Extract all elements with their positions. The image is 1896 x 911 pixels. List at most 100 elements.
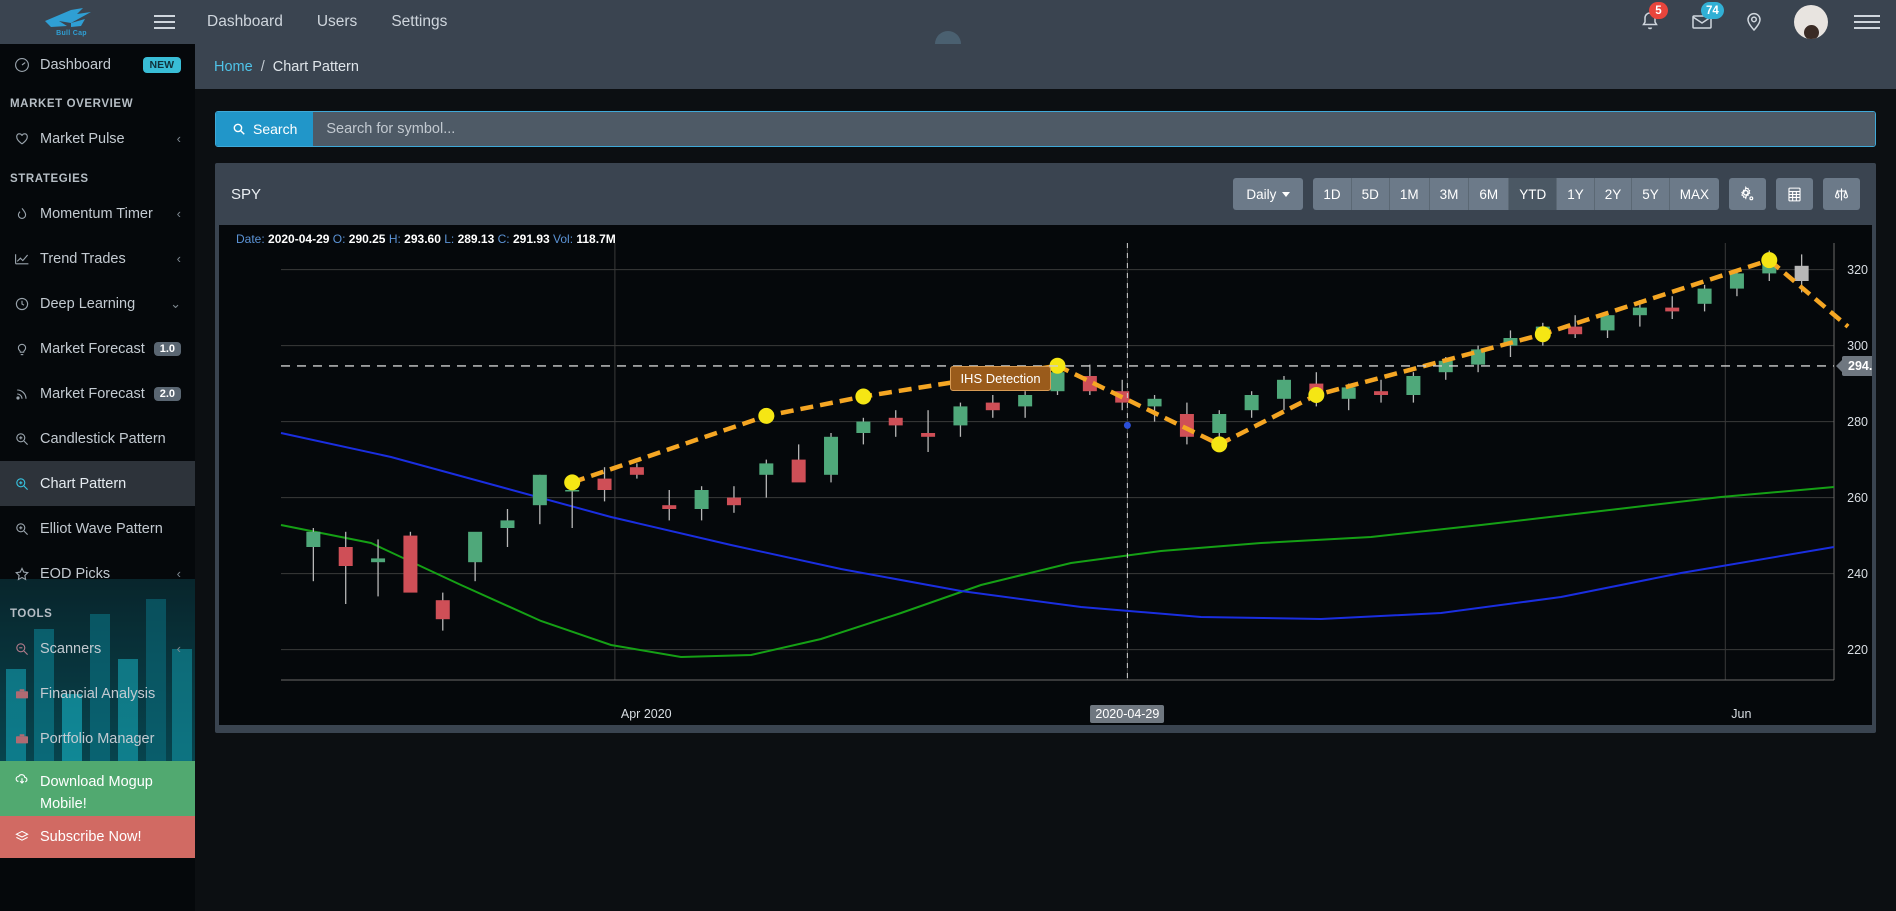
nav-users[interactable]: Users xyxy=(317,13,357,31)
timeframe-ytd[interactable]: YTD xyxy=(1509,178,1558,210)
chevron-left-icon: ‹ xyxy=(176,206,181,221)
sidebar-item-market-forecast-2[interactable]: Market Forecast 2.0 xyxy=(0,371,195,416)
breadcrumb: Home / Chart Pattern xyxy=(195,44,1896,89)
sidebar-item-chart-pattern[interactable]: Chart Pattern xyxy=(0,461,195,506)
search-plus-icon xyxy=(14,431,40,447)
timeframe-1d[interactable]: 1D xyxy=(1313,178,1352,210)
chart-canvas xyxy=(280,243,1850,681)
timeframe-3m[interactable]: 3M xyxy=(1429,178,1470,210)
main-content: Home / Chart Pattern Search SPY Daily 1D… xyxy=(195,44,1896,911)
search-plus-icon xyxy=(14,521,40,537)
hamburger-menu-icon[interactable] xyxy=(143,0,185,44)
interval-label: Daily xyxy=(1246,186,1277,202)
search-input[interactable] xyxy=(313,112,1875,146)
breadcrumb-current: Chart Pattern xyxy=(272,58,359,75)
timeframe-5y[interactable]: 5Y xyxy=(1632,178,1670,210)
sidebar-item-scanners[interactable]: Scanners ‹ xyxy=(0,626,195,671)
sidebar-item-market-pulse[interactable]: Market Pulse ‹ xyxy=(0,116,195,161)
star-icon xyxy=(14,566,40,582)
ohlc-readout: Date: 2020-04-29 O: 290.25 H: 293.60 L: … xyxy=(236,232,616,246)
sidebar-item-label: Candlestick Pattern xyxy=(40,430,166,447)
chevron-left-icon: ‹ xyxy=(176,251,181,266)
sidebar-item-label: Market Forecast xyxy=(40,385,145,402)
chart-panel: SPY Daily 1D 5D 1M 3M 6M YTD 1Y 2Y 5Y MA… xyxy=(215,163,1876,733)
timeframe-6m[interactable]: 6M xyxy=(1469,178,1510,210)
y-axis-tick: 320 xyxy=(1847,262,1868,277)
symbol-label: SPY xyxy=(231,185,262,203)
version-badge: 2.0 xyxy=(153,386,181,401)
nav-dashboard[interactable]: Dashboard xyxy=(207,13,283,31)
timeframe-1y[interactable]: 1Y xyxy=(1557,178,1595,210)
sidebar-item-elliot-wave-pattern[interactable]: Elliot Wave Pattern xyxy=(0,506,195,551)
notifications-button[interactable]: 5 xyxy=(1638,2,1668,35)
sidebar-section-market: MARKET OVERVIEW xyxy=(10,98,134,110)
chevron-down-icon: ⌄ xyxy=(170,295,181,311)
calculator-button[interactable] xyxy=(1776,178,1813,210)
sidebar-item-label: Market Forecast xyxy=(40,340,145,357)
notifications-badge: 5 xyxy=(1649,2,1668,19)
messages-button[interactable]: 74 xyxy=(1690,2,1724,35)
sidebar-item-trend-trades[interactable]: Trend Trades ‹ xyxy=(0,236,195,281)
chart-tools: Daily 1D 5D 1M 3M 6M YTD 1Y 2Y 5Y MAX xyxy=(1233,178,1860,210)
speedometer-icon xyxy=(14,57,40,73)
cloud-download-icon xyxy=(14,771,40,787)
chevron-left-icon: ‹ xyxy=(176,131,181,146)
sidebar-item-eod-picks[interactable]: EOD Picks ‹ xyxy=(0,551,195,596)
brand-logo[interactable]: Bull Cap xyxy=(0,0,143,44)
timeframe-5d[interactable]: 5D xyxy=(1351,178,1390,210)
sidebar-section-tools: TOOLS xyxy=(10,608,53,620)
sidebar-item-label: Momentum Timer xyxy=(40,205,153,222)
search-icon xyxy=(233,123,245,135)
ohlc-h-key: H: xyxy=(388,232,401,246)
top-header: Bull Cap Dashboard Users Settings 5 74 xyxy=(0,0,1896,44)
sidebar-item-financial-analysis[interactable]: Financial Analysis xyxy=(0,671,195,716)
candlestick-chart[interactable]: Date: 2020-04-29 O: 290.25 H: 293.60 L: … xyxy=(219,225,1872,725)
sidebar-item-market-forecast-1[interactable]: Market Forecast 1.0 xyxy=(0,326,195,371)
location-button[interactable] xyxy=(1742,9,1768,35)
flame-icon xyxy=(14,206,40,222)
sidebar-item-deep-learning[interactable]: Deep Learning ⌄ xyxy=(0,281,195,326)
timeframe-max[interactable]: MAX xyxy=(1669,178,1719,210)
sidebar-item-momentum-timer[interactable]: Momentum Timer ‹ xyxy=(0,191,195,236)
breadcrumb-separator: / xyxy=(260,58,265,75)
timeframe-group: 1D 5D 1M 3M 6M YTD 1Y 2Y 5Y MAX xyxy=(1313,178,1719,210)
sidebar-item-portfolio-manager[interactable]: Portfolio Manager xyxy=(0,716,195,761)
timeframe-2y[interactable]: 2Y xyxy=(1594,178,1633,210)
y-axis-tick: 280 xyxy=(1847,414,1868,429)
top-nav: Dashboard Users Settings xyxy=(207,13,447,31)
hamburger-right-icon[interactable] xyxy=(1854,15,1880,29)
breadcrumb-home[interactable]: Home xyxy=(214,59,253,75)
clock-icon xyxy=(14,296,40,312)
new-badge: NEW xyxy=(142,57,181,73)
compare-button[interactable] xyxy=(1823,178,1860,210)
search-plus-icon xyxy=(14,476,40,492)
avatar[interactable] xyxy=(935,5,1828,44)
briefcase-icon xyxy=(14,686,40,702)
download-mobile-label: Download Mogup Mobile! xyxy=(40,774,153,812)
sidebar-item-candlestick-pattern[interactable]: Candlestick Pattern xyxy=(0,416,195,461)
layers-icon xyxy=(14,829,40,845)
y-axis-tick: 300 xyxy=(1847,338,1868,353)
sidebar-item-label: Portfolio Manager xyxy=(40,730,155,747)
x-axis-tick: Jun xyxy=(1731,707,1752,721)
ohlc-volume: 118.7M xyxy=(576,232,616,246)
interval-dropdown[interactable]: Daily xyxy=(1233,178,1304,210)
crosshair-price-label: 294.66 xyxy=(1842,355,1872,376)
sidebar-item-label: Elliot Wave Pattern xyxy=(40,520,163,537)
timeframe-1m[interactable]: 1M xyxy=(1389,178,1430,210)
sidebar-item-label: Deep Learning xyxy=(40,295,136,312)
settings-gear-button[interactable] xyxy=(1729,178,1766,210)
sidebar-item-dashboard[interactable]: Dashboard NEW xyxy=(0,44,195,86)
search-button[interactable]: Search xyxy=(216,112,314,146)
subscribe-button[interactable]: Subscribe Now! xyxy=(0,816,195,858)
sidebar: Dashboard NEW MARKET OVERVIEW Market Pul… xyxy=(0,44,195,911)
sidebar-item-label: Market Pulse xyxy=(40,130,125,147)
compare-scales-icon xyxy=(1834,188,1849,200)
ohlc-date-key: Date: xyxy=(236,232,265,246)
download-mobile-button[interactable]: Download Mogup Mobile! xyxy=(0,761,195,816)
ohlc-high: 293.60 xyxy=(404,232,441,246)
nav-settings[interactable]: Settings xyxy=(391,13,447,31)
ohlc-open: 290.25 xyxy=(348,232,386,246)
calculator-icon xyxy=(1788,187,1801,201)
ihs-detection-label: IHS Detection xyxy=(950,366,1051,391)
